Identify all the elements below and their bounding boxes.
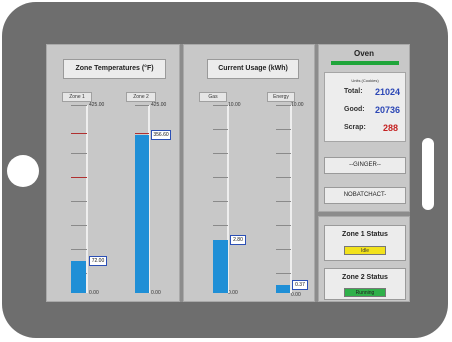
gas-tick (213, 225, 228, 226)
zone1-label: Zone 1 (62, 92, 92, 102)
home-button[interactable] (7, 155, 39, 187)
energy-label: Energy (267, 92, 295, 102)
energy-tick (276, 249, 291, 250)
units-label: Units (Cookies) (351, 78, 379, 83)
zone1-status-title: Zone 1 Status (342, 231, 388, 238)
gas-max-label: 10.00 (228, 102, 241, 108)
good-label: Good: (344, 106, 365, 113)
zone2-min-label: 0.00 (151, 290, 161, 296)
zone1-status-box: Zone 1 Status Idle (324, 225, 406, 261)
zone1-max-label: 425.00 (89, 102, 105, 108)
energy-tick (276, 105, 291, 106)
oven-status-indicator (331, 61, 399, 65)
zone2-value-display: 356.60 (151, 130, 171, 140)
energy-level-bar (276, 285, 290, 293)
energy-min-label: 0.00 (291, 292, 301, 298)
energy-max-label: 10.00 (291, 102, 304, 108)
zone1-tick (71, 225, 87, 226)
side-button[interactable] (422, 138, 434, 210)
zone-temperatures-title[interactable]: Zone Temperatures (°F) (63, 59, 166, 79)
zone2-alarm-tick (135, 133, 149, 134)
batch-button[interactable]: NOBATCHACT- (324, 187, 406, 204)
energy-gauge-track (290, 105, 292, 293)
zone1-tick (71, 105, 87, 106)
scrap-label: Scrap: (344, 124, 366, 131)
energy-tick (276, 273, 291, 274)
units-counter-box: Units (Cookies) Total: 21024 Good: 20736… (324, 72, 406, 142)
energy-tick (276, 201, 291, 202)
zone1-value-display: 72.00 (89, 256, 107, 266)
scrap-value: 288 (383, 123, 399, 133)
zone1-alarm-tick (71, 177, 87, 178)
good-value: 20736 (375, 105, 401, 115)
zone2-status-box: Zone 2 Status Running (324, 268, 406, 300)
zone-temperatures-panel: Zone Temperatures (°F) Zone 1 Zone 2 425… (46, 44, 180, 302)
energy-tick (276, 225, 291, 226)
total-label: Total: (344, 88, 363, 95)
gas-label: Gas (199, 92, 227, 102)
energy-tick (276, 177, 291, 178)
zone1-min-label: 0.00 (89, 290, 99, 296)
zone2-level-bar (135, 135, 149, 293)
zone-status-panel: Zone 1 Status Idle Zone 2 Status Running (318, 216, 410, 302)
zone1-alarm-tick (71, 133, 87, 134)
current-usage-title[interactable]: Current Usage (kWh) (207, 59, 299, 79)
current-usage-panel: Current Usage (kWh) Gas Energy 10.00 0.0… (183, 44, 315, 302)
total-value: 21024 (375, 87, 401, 97)
zone2-tick (135, 105, 149, 106)
zone2-label: Zone 2 (126, 92, 156, 102)
gas-tick (213, 201, 228, 202)
oven-panel: Oven Units (Cookies) Total: 21024 Good: … (318, 44, 410, 212)
zone2-max-label: 425.00 (151, 102, 167, 108)
zone1-tick (71, 153, 87, 154)
zone1-status-light: Idle (344, 246, 386, 255)
product-button[interactable]: --GINGER-- (324, 157, 406, 174)
zone2-status-title: Zone 2 Status (342, 274, 388, 281)
zone1-tick (71, 201, 87, 202)
hmi-screen: Zone Temperatures (°F) Zone 1 Zone 2 425… (46, 44, 410, 302)
gas-tick (213, 153, 228, 154)
gas-tick (213, 105, 228, 106)
gas-min-label: 0.00 (228, 290, 238, 296)
gas-tick (213, 129, 228, 130)
energy-tick (276, 129, 291, 130)
gas-value-display: 2.80 (230, 235, 246, 245)
zone1-level-bar (71, 261, 86, 293)
zone2-status-light: Running (344, 288, 386, 297)
oven-title: Oven (353, 49, 374, 58)
gas-level-bar (213, 240, 228, 293)
energy-tick (276, 153, 291, 154)
zone1-tick (71, 249, 87, 250)
gas-tick (213, 177, 228, 178)
energy-value-display: 0.37 (292, 280, 308, 290)
